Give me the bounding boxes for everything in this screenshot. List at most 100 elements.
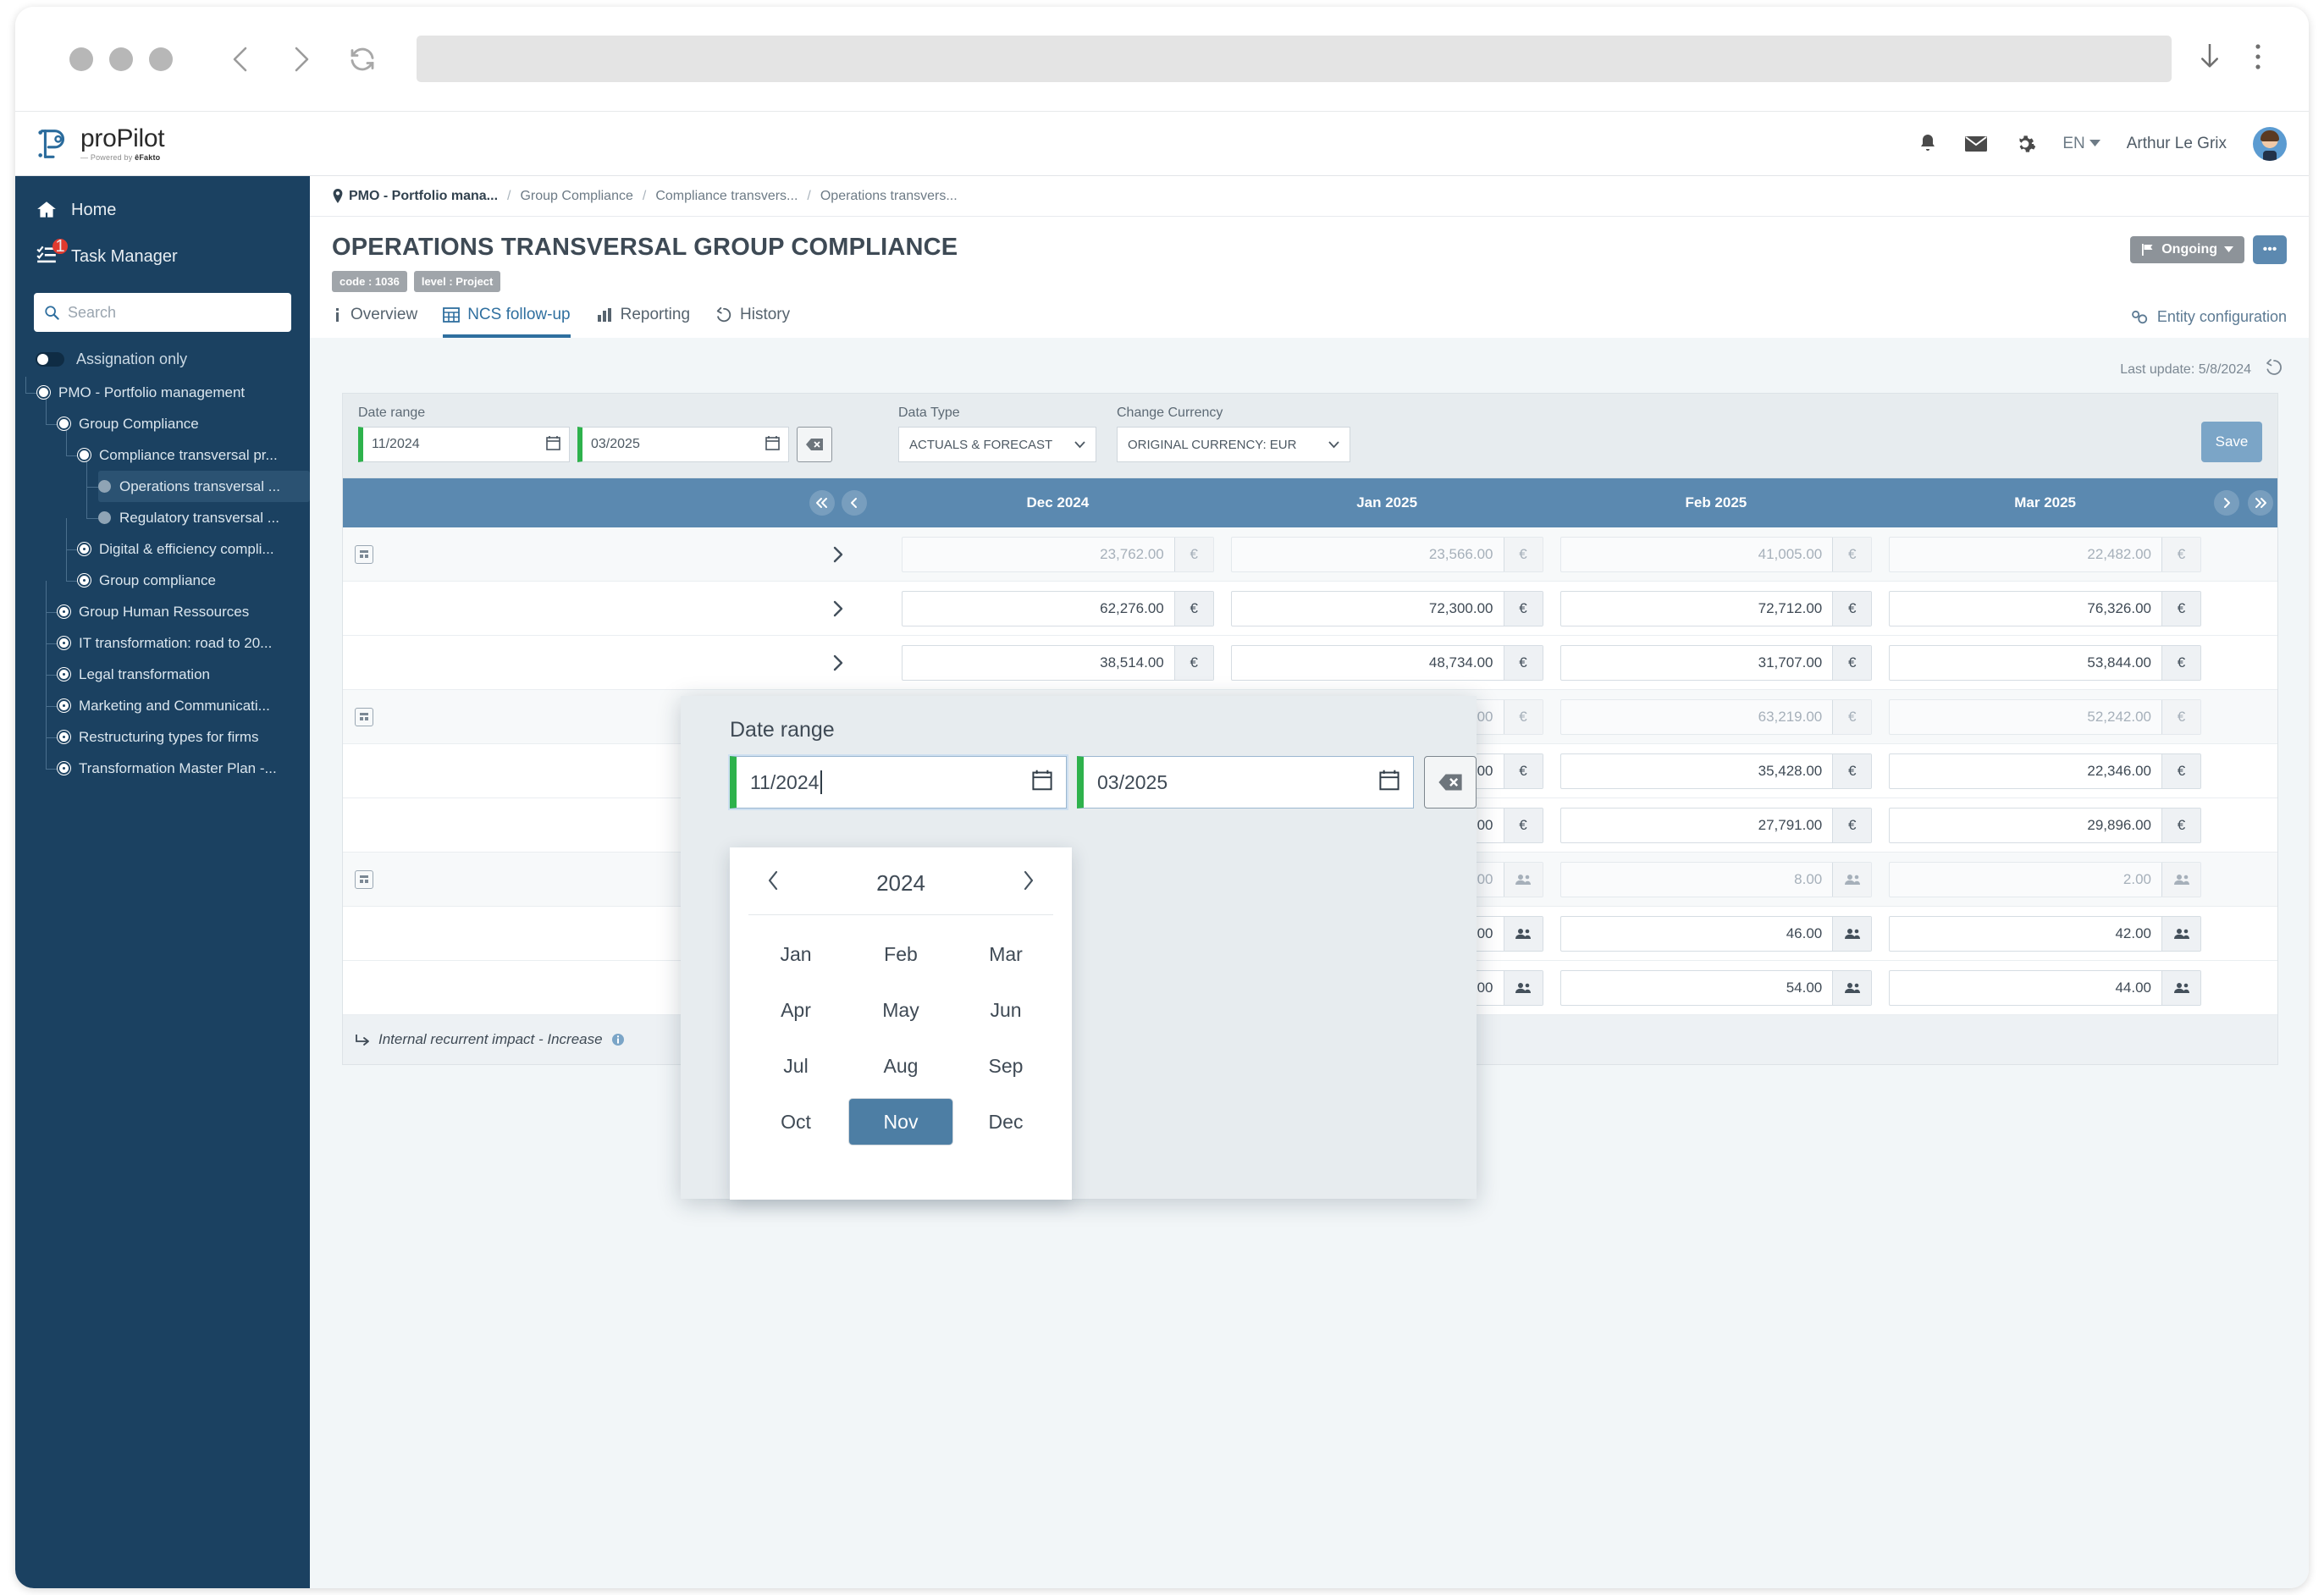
table-cell-input[interactable]: 54.00 — [1559, 969, 1873, 1006]
save-button[interactable]: Save — [2201, 422, 2262, 462]
modal-date-to-input[interactable]: 03/2025 — [1077, 756, 1414, 809]
date-from-input[interactable]: 11/2024 — [358, 427, 570, 462]
table-cell-input[interactable]: 46.00 — [1559, 915, 1873, 952]
month-option-jul[interactable]: Jul — [743, 1042, 848, 1090]
nav-next-button[interactable] — [2214, 490, 2239, 516]
tab-history[interactable]: History — [715, 306, 790, 338]
tab-reporting[interactable]: Reporting — [596, 306, 690, 338]
month-option-mar[interactable]: Mar — [953, 930, 1058, 978]
sidebar-tree-item-11[interactable]: Restructuring types for firms — [46, 705, 310, 753]
month-option-sep[interactable]: Sep — [953, 1042, 1058, 1090]
entity-configuration-button[interactable]: Entity configuration — [2131, 308, 2287, 326]
month-picker-next-year[interactable] — [1014, 869, 1041, 897]
language-selector[interactable]: EN — [2062, 135, 2100, 153]
table-cell-input[interactable]: 72,712.00 € — [1559, 590, 1873, 626]
window-traffic-lights[interactable] — [69, 47, 173, 71]
url-bar[interactable] — [417, 36, 2172, 82]
table-row-expand-button[interactable] — [783, 654, 893, 672]
table-cell-input[interactable]: 48,734.00 € — [1230, 644, 1543, 681]
month-option-may[interactable]: May — [848, 986, 953, 1034]
table-cell-input[interactable]: 22,346.00 € — [1889, 753, 2201, 789]
sidebar-tree-item-3[interactable]: Operations transversal ... — [86, 455, 310, 502]
sidebar-tree-item-7[interactable]: Group Human Ressources — [46, 580, 310, 627]
maximize-window-dot[interactable] — [149, 47, 173, 71]
sidebar-tree-item-1[interactable]: Group Compliance — [46, 392, 310, 439]
envelope-icon[interactable] — [1964, 135, 1988, 153]
breadcrumb-item-1[interactable]: Group Compliance — [520, 189, 632, 204]
sidebar-tree-item-6[interactable]: Group compliance — [66, 549, 310, 596]
calendar-icon[interactable] — [765, 435, 780, 455]
month-option-feb[interactable]: Feb — [848, 930, 953, 978]
month-picker-prev-year[interactable] — [760, 869, 787, 897]
assignation-toggle-switch[interactable] — [36, 352, 64, 367]
sidebar-tree-item-10[interactable]: Marketing and Communicati... — [46, 674, 310, 721]
bell-icon[interactable] — [1918, 133, 1938, 155]
nav-first-button[interactable] — [809, 490, 835, 516]
kebab-menu-icon[interactable] — [2253, 40, 2263, 78]
sidebar-item-task-manager[interactable]: 1 Task Manager — [15, 232, 310, 281]
minimize-window-dot[interactable] — [109, 47, 133, 71]
modal-date-from-input[interactable]: 11/2024 — [730, 756, 1067, 809]
search-box[interactable] — [34, 293, 291, 332]
back-arrow-icon[interactable] — [229, 44, 254, 75]
month-option-aug[interactable]: Aug — [848, 1042, 953, 1090]
search-input[interactable] — [68, 303, 281, 322]
currency-select[interactable]: ORIGINAL CURRENCY: EUR — [1117, 427, 1350, 462]
sidebar-tree-item-0[interactable]: PMO - Portfolio management — [25, 377, 310, 408]
modal-clear-button[interactable] — [1424, 756, 1477, 809]
avatar[interactable] — [2253, 126, 2287, 161]
calendar-icon[interactable] — [546, 435, 560, 455]
more-actions-button[interactable]: ••• — [2253, 235, 2287, 264]
sidebar-tree-item-5[interactable]: Digital & efficiency compli... — [66, 517, 310, 565]
history-revert-icon[interactable] — [2265, 358, 2283, 381]
table-cell-input[interactable]: 44.00 — [1889, 969, 2201, 1006]
month-option-nov[interactable]: Nov — [848, 1098, 953, 1145]
table-cell-input[interactable]: 62,276.00 € — [902, 590, 1214, 626]
status-badge[interactable]: Ongoing — [2130, 236, 2244, 263]
gear-icon[interactable] — [2014, 133, 2036, 155]
sidebar-tree-item-4[interactable]: Regulatory transversal ... — [86, 486, 310, 533]
sidebar-tree-item-8[interactable]: IT transformation: road to 20... — [46, 611, 310, 659]
nav-prev-button[interactable] — [842, 490, 867, 516]
month-option-jun[interactable]: Jun — [953, 986, 1058, 1034]
reload-icon[interactable] — [347, 44, 378, 75]
sidebar-tree-item-12[interactable]: Transformation Master Plan -... — [46, 737, 310, 784]
assignation-only-toggle[interactable]: Assignation only — [15, 332, 310, 377]
month-option-oct[interactable]: Oct — [743, 1098, 848, 1145]
grid-table-icon — [443, 307, 461, 323]
table-row-expand-button[interactable] — [783, 545, 893, 564]
calendar-icon[interactable] — [1379, 769, 1399, 796]
table-cell-input[interactable]: 42.00 — [1889, 915, 2201, 952]
sidebar-tree-item-2[interactable]: Compliance transversal pr... — [66, 423, 310, 471]
table-row-expand-button[interactable] — [783, 599, 893, 618]
breadcrumb-item-2[interactable]: Compliance transvers... — [655, 189, 798, 204]
month-option-apr[interactable]: Apr — [743, 986, 848, 1034]
table-cell-input[interactable]: 31,707.00 € — [1559, 644, 1873, 681]
table-cell-input[interactable]: 53,844.00 € — [1889, 644, 2201, 681]
month-option-dec[interactable]: Dec — [953, 1098, 1058, 1145]
table-cell-input[interactable]: 38,514.00 € — [902, 644, 1214, 681]
breadcrumb-item-3[interactable]: Operations transvers... — [820, 189, 958, 204]
breadcrumb-item-0[interactable]: PMO - Portfolio mana... — [332, 188, 498, 204]
date-to-input[interactable]: 03/2025 — [577, 427, 789, 462]
download-icon[interactable] — [2197, 40, 2222, 78]
user-name[interactable]: Arthur Le Grix — [2127, 135, 2227, 153]
forward-arrow-icon[interactable] — [288, 44, 313, 75]
calendar-icon[interactable] — [1032, 769, 1052, 796]
sidebar-tree-item-9[interactable]: Legal transformation — [46, 643, 310, 690]
tab-overview[interactable]: Overview — [332, 306, 417, 338]
tab-ncs-follow-up[interactable]: NCS follow-up — [443, 306, 571, 338]
sidebar-item-home[interactable]: Home — [15, 188, 310, 232]
info-circle-icon[interactable] — [611, 1033, 625, 1046]
table-cell-input[interactable]: 72,300.00 € — [1230, 590, 1543, 626]
table-cell-input[interactable]: 29,896.00 € — [1889, 807, 2201, 843]
data-type-select[interactable]: ACTUALS & FORECAST — [898, 427, 1096, 462]
app-logo[interactable]: proPilot — Powered by êFakto — [34, 124, 313, 163]
clear-date-range-button[interactable] — [797, 427, 832, 462]
month-option-jan[interactable]: Jan — [743, 930, 848, 978]
table-cell-input[interactable]: 35,428.00 € — [1559, 753, 1873, 789]
close-window-dot[interactable] — [69, 47, 93, 71]
nav-last-button[interactable] — [2248, 490, 2273, 516]
table-cell-input[interactable]: 27,791.00 € — [1559, 807, 1873, 843]
table-cell-input[interactable]: 76,326.00 € — [1889, 590, 2201, 626]
